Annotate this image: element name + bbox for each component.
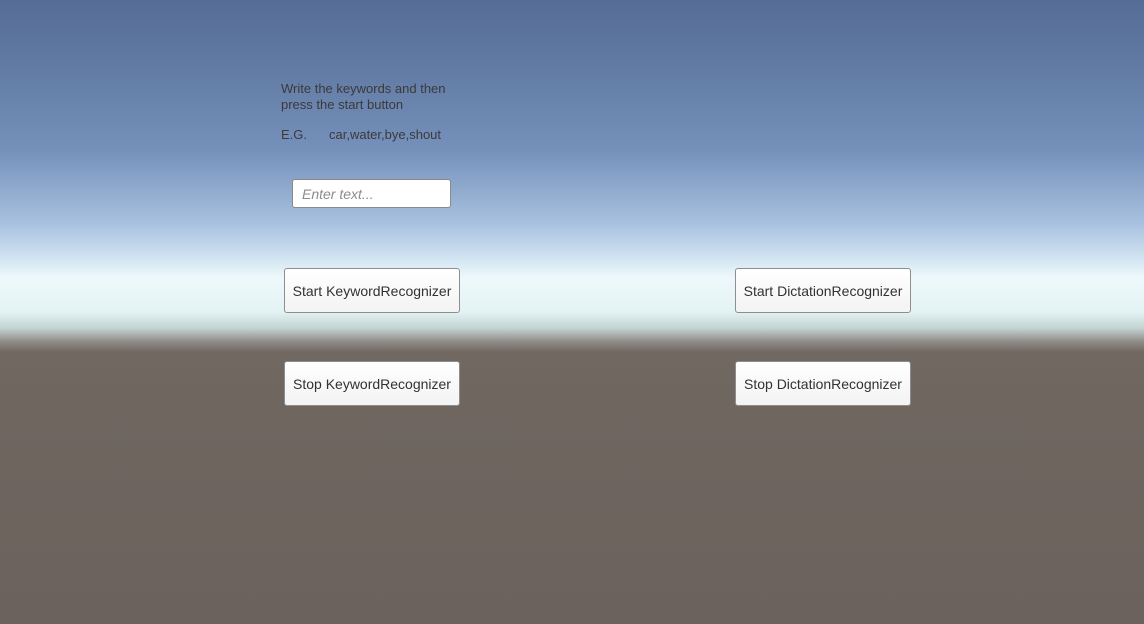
example-text: E.G. car,water,bye,shout [281,127,441,142]
stop-keyword-recognizer-button[interactable]: Stop KeywordRecognizer [284,361,460,406]
stop-dictation-recognizer-button[interactable]: Stop DictationRecognizer [735,361,911,406]
instructions-text: Write the keywords and then press the st… [281,81,501,113]
start-keyword-recognizer-button[interactable]: Start KeywordRecognizer [284,268,460,313]
example-keywords: car,water,bye,shout [329,127,442,142]
instructions-line-1: Write the keywords and then [281,81,446,96]
keywords-input[interactable] [292,179,451,208]
example-label: E.G. [281,127,308,142]
skybox-background [0,0,1144,624]
start-dictation-recognizer-button[interactable]: Start DictationRecognizer [735,268,911,313]
instructions-line-2: press the start button [281,97,404,112]
